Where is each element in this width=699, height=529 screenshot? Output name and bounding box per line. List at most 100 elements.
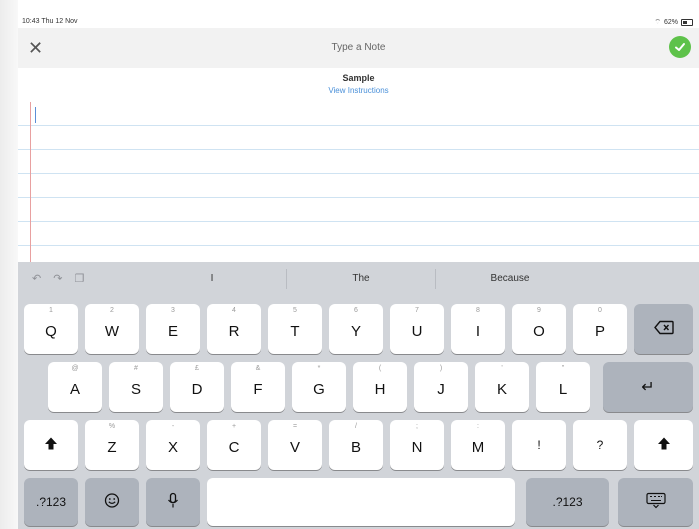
key-question[interactable]: ? xyxy=(573,420,627,470)
key-y[interactable]: 6Y xyxy=(329,304,383,354)
note-header: Sample View Instructions xyxy=(18,68,699,102)
key-alt: @ xyxy=(71,365,79,372)
key-f[interactable]: & F xyxy=(231,362,285,412)
key-a[interactable]: @ A xyxy=(48,362,102,412)
key-g[interactable]: * G xyxy=(292,362,346,412)
key-label: T xyxy=(290,323,300,340)
key-w[interactable]: 2W xyxy=(85,304,139,354)
key-alt: 2 xyxy=(110,307,114,314)
status-right: ⌔ 62% xyxy=(654,18,693,27)
microphone-key[interactable] xyxy=(146,478,200,526)
key-t[interactable]: 5T xyxy=(268,304,322,354)
key-alt: ; xyxy=(416,423,418,430)
key-label: E xyxy=(167,323,178,340)
key-label: ! xyxy=(537,438,541,452)
key-alt: * xyxy=(317,365,321,372)
key-e[interactable]: 3E xyxy=(146,304,200,354)
key-alt: 3 xyxy=(171,307,175,314)
paste-icon[interactable]: ❐ xyxy=(74,272,84,285)
key-s[interactable]: # S xyxy=(109,362,163,412)
key-v[interactable]: = V xyxy=(268,420,322,470)
keyboard: ↶ ↷ ❐ I The Because 1Q 2W 3E 4R 5T 6Y 7U… xyxy=(18,262,699,529)
key-label: P xyxy=(594,323,605,340)
edit-tools: ↶ ↷ ❐ xyxy=(32,272,84,285)
key-label: V xyxy=(289,439,300,456)
key-alt: 1 xyxy=(49,307,53,314)
delete-key[interactable] xyxy=(634,304,693,354)
key-alt: 6 xyxy=(354,307,358,314)
key-exclamation[interactable]: ! xyxy=(512,420,566,470)
keyboard-hide-icon xyxy=(618,492,693,512)
key-label: B xyxy=(350,439,361,456)
key-alt: " xyxy=(561,365,565,372)
key-j[interactable]: ) J xyxy=(414,362,468,412)
key-alt: % xyxy=(108,423,116,430)
redo-icon[interactable]: ↷ xyxy=(53,272,62,285)
checkmark-circle-icon[interactable] xyxy=(669,36,691,58)
key-d[interactable]: £ D xyxy=(170,362,224,412)
key-label: Y xyxy=(350,323,361,340)
key-b[interactable]: / B xyxy=(329,420,383,470)
key-c[interactable]: + C xyxy=(207,420,261,470)
shift-icon xyxy=(634,437,693,454)
key-l[interactable]: " L xyxy=(536,362,590,412)
suggestion-2[interactable]: The xyxy=(301,273,421,284)
key-label: N xyxy=(411,439,423,456)
key-m[interactable]: :M xyxy=(451,420,505,470)
numbers-key-right[interactable]: .?123 xyxy=(526,478,609,526)
ipad-screen: 10:43 Thu 12 Nov ⌔ 62% ✕ Type a Note Sam… xyxy=(0,0,699,529)
suggestion-1[interactable]: I xyxy=(152,273,272,284)
key-label: M xyxy=(471,439,485,456)
key-u[interactable]: 7U xyxy=(390,304,444,354)
key-alt: 4 xyxy=(232,307,236,314)
space-bar[interactable] xyxy=(207,478,515,526)
key-alt: ) xyxy=(439,365,443,372)
key-alt: ( xyxy=(378,365,382,372)
key-label: L xyxy=(558,381,568,398)
key-label: Z xyxy=(107,439,117,456)
key-label: C xyxy=(228,439,240,456)
key-h[interactable]: (H xyxy=(353,362,407,412)
key-alt: = xyxy=(292,423,298,430)
view-instructions-link[interactable]: View Instructions xyxy=(18,86,699,95)
key-alt: 9 xyxy=(537,307,541,314)
key-r[interactable]: 4R xyxy=(207,304,261,354)
key-k[interactable]: ' K xyxy=(475,362,529,412)
microphone-icon xyxy=(146,492,200,512)
return-key[interactable]: ↵ xyxy=(603,362,693,412)
suggestion-3[interactable]: Because xyxy=(450,273,570,284)
key-q[interactable]: 1Q xyxy=(24,304,78,354)
undo-icon[interactable]: ↶ xyxy=(32,272,41,285)
key-alt: - xyxy=(171,423,175,430)
return-icon: ↵ xyxy=(641,379,655,396)
key-alt: 7 xyxy=(415,307,419,314)
text-caret xyxy=(35,107,36,123)
key-i[interactable]: 8I xyxy=(451,304,505,354)
suggestion-divider xyxy=(286,269,287,289)
key-label: R xyxy=(228,323,240,340)
key-alt: ' xyxy=(501,365,503,372)
numbers-key-left[interactable]: .?123 xyxy=(24,478,78,526)
shift-right-key[interactable] xyxy=(634,420,693,470)
key-x[interactable]: -X xyxy=(146,420,200,470)
key-n[interactable]: ; N xyxy=(390,420,444,470)
shift-left-key[interactable] xyxy=(24,420,78,470)
note-text-area[interactable] xyxy=(18,102,699,262)
key-p[interactable]: 0P xyxy=(573,304,627,354)
key-o[interactable]: 9O xyxy=(512,304,566,354)
margin-line xyxy=(30,102,31,262)
key-alt: + xyxy=(231,423,237,430)
key-label: S xyxy=(130,381,141,398)
nav-bar: ✕ Type a Note xyxy=(18,28,699,68)
key-label: O xyxy=(533,323,545,340)
hide-keyboard-key[interactable] xyxy=(618,478,693,526)
note-title: Sample xyxy=(342,73,375,83)
emoji-key[interactable] xyxy=(85,478,139,526)
key-label: W xyxy=(104,323,120,340)
key-alt: : xyxy=(477,423,479,430)
key-alt: / xyxy=(355,423,357,430)
page-title: Type a Note xyxy=(331,42,386,53)
shift-icon xyxy=(24,437,78,454)
key-label: A xyxy=(69,381,80,398)
key-z[interactable]: % Z xyxy=(85,420,139,470)
